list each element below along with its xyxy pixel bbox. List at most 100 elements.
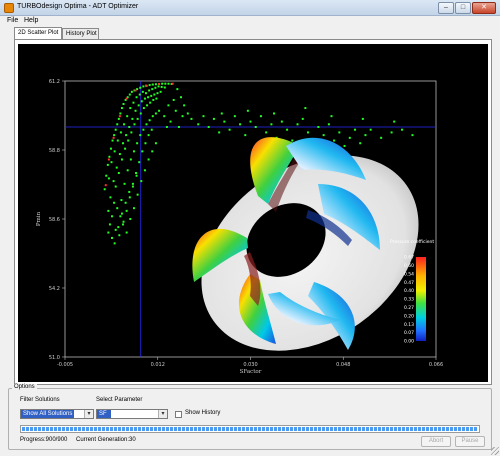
data-point — [109, 196, 112, 199]
select-parameter-label: Select Parameter — [96, 397, 143, 403]
data-point — [135, 96, 138, 99]
data-point — [105, 174, 108, 177]
data-point — [107, 209, 110, 212]
colorbar-tick-label: 0.67 — [404, 255, 414, 261]
data-point — [120, 199, 123, 202]
data-point — [390, 131, 393, 134]
data-point — [112, 180, 115, 183]
data-point — [159, 90, 162, 93]
menu-bar: File Help — [0, 16, 500, 27]
data-point — [136, 117, 139, 120]
data-point — [156, 92, 159, 95]
select-parameter-combo[interactable]: SF ▾ — [96, 409, 168, 419]
data-point — [120, 107, 123, 110]
show-history-checkbox[interactable] — [175, 411, 182, 418]
pareto-point — [118, 115, 121, 118]
data-point — [167, 82, 170, 85]
data-point — [120, 158, 123, 161]
chevron-down-icon[interactable]: ▾ — [84, 410, 93, 418]
data-point — [338, 131, 341, 134]
data-point — [151, 88, 154, 91]
data-point — [327, 123, 330, 126]
data-point — [154, 83, 157, 86]
data-point — [343, 144, 346, 147]
data-point — [212, 117, 215, 120]
data-point — [141, 150, 144, 153]
data-point — [129, 218, 132, 220]
menu-file[interactable]: File — [7, 17, 18, 24]
close-button[interactable]: ✕ — [472, 2, 496, 14]
data-point — [172, 98, 175, 101]
data-point — [149, 101, 152, 104]
y-tick-label: 54.2 — [49, 286, 60, 292]
abort-button[interactable]: Abort — [421, 436, 451, 447]
menu-help[interactable]: Help — [24, 17, 38, 24]
size-grip[interactable] — [491, 447, 499, 455]
pareto-point — [112, 136, 115, 139]
data-point — [143, 169, 146, 172]
data-point — [158, 109, 161, 112]
data-point — [120, 212, 123, 215]
data-point — [108, 155, 111, 158]
data-point — [306, 131, 309, 134]
filter-solutions-value: Show All Solutions — [21, 410, 75, 418]
show-history-label: Show History — [185, 410, 221, 416]
data-point — [411, 134, 414, 137]
data-point — [296, 123, 299, 126]
data-point — [190, 117, 193, 120]
colorbar-title: Pressure coefficient — [390, 239, 434, 245]
colorbar-tick-label: 0.40 — [404, 288, 414, 294]
data-point — [122, 103, 125, 105]
data-point — [165, 126, 168, 128]
x-tick-label: 0.012 — [151, 362, 165, 368]
data-point — [147, 96, 150, 99]
progress-fill — [22, 427, 478, 431]
data-point — [108, 223, 111, 226]
data-point — [150, 94, 153, 97]
data-point — [116, 123, 119, 126]
data-point — [174, 109, 177, 112]
data-point — [122, 220, 125, 223]
data-point — [177, 126, 180, 128]
data-point — [119, 215, 122, 218]
data-point — [361, 117, 364, 120]
data-point — [151, 115, 154, 118]
data-point — [161, 82, 164, 85]
data-point — [142, 128, 145, 131]
pareto-point — [134, 89, 137, 92]
data-point — [107, 231, 110, 234]
data-point — [132, 150, 135, 153]
data-point — [155, 97, 158, 100]
data-point — [113, 242, 116, 245]
data-point — [106, 163, 109, 166]
data-point — [145, 123, 148, 126]
scatter-plot-area[interactable]: -0.005 0.012 0.030 0.048 0.066 51.0 54.2 58.6 58… — [18, 44, 488, 382]
data-point — [304, 107, 307, 110]
data-point — [150, 128, 153, 131]
minimize-button[interactable]: – — [438, 2, 454, 14]
data-point — [117, 117, 120, 120]
data-point — [151, 83, 154, 86]
data-point — [116, 207, 119, 210]
data-point — [111, 236, 114, 239]
data-point — [246, 109, 249, 112]
tab-history-plot[interactable]: History Plot — [62, 28, 99, 39]
data-point — [143, 97, 146, 100]
data-point — [124, 201, 127, 204]
chevron-down-icon[interactable]: ▾ — [158, 410, 167, 418]
pause-button[interactable]: Pause — [455, 436, 485, 447]
data-point — [144, 142, 147, 145]
data-point — [280, 120, 283, 123]
data-point — [110, 161, 113, 164]
data-point — [291, 139, 294, 142]
data-point — [119, 131, 122, 134]
data-point — [270, 123, 273, 126]
colorbar-tick-label: 0.54 — [404, 271, 414, 277]
data-point — [233, 115, 236, 118]
data-point — [147, 158, 150, 161]
filter-solutions-combo[interactable]: Show All Solutions ▾ — [20, 409, 94, 419]
data-point — [111, 139, 114, 142]
data-point — [154, 142, 157, 145]
maximize-button[interactable]: □ — [455, 2, 471, 14]
data-point — [249, 120, 252, 123]
